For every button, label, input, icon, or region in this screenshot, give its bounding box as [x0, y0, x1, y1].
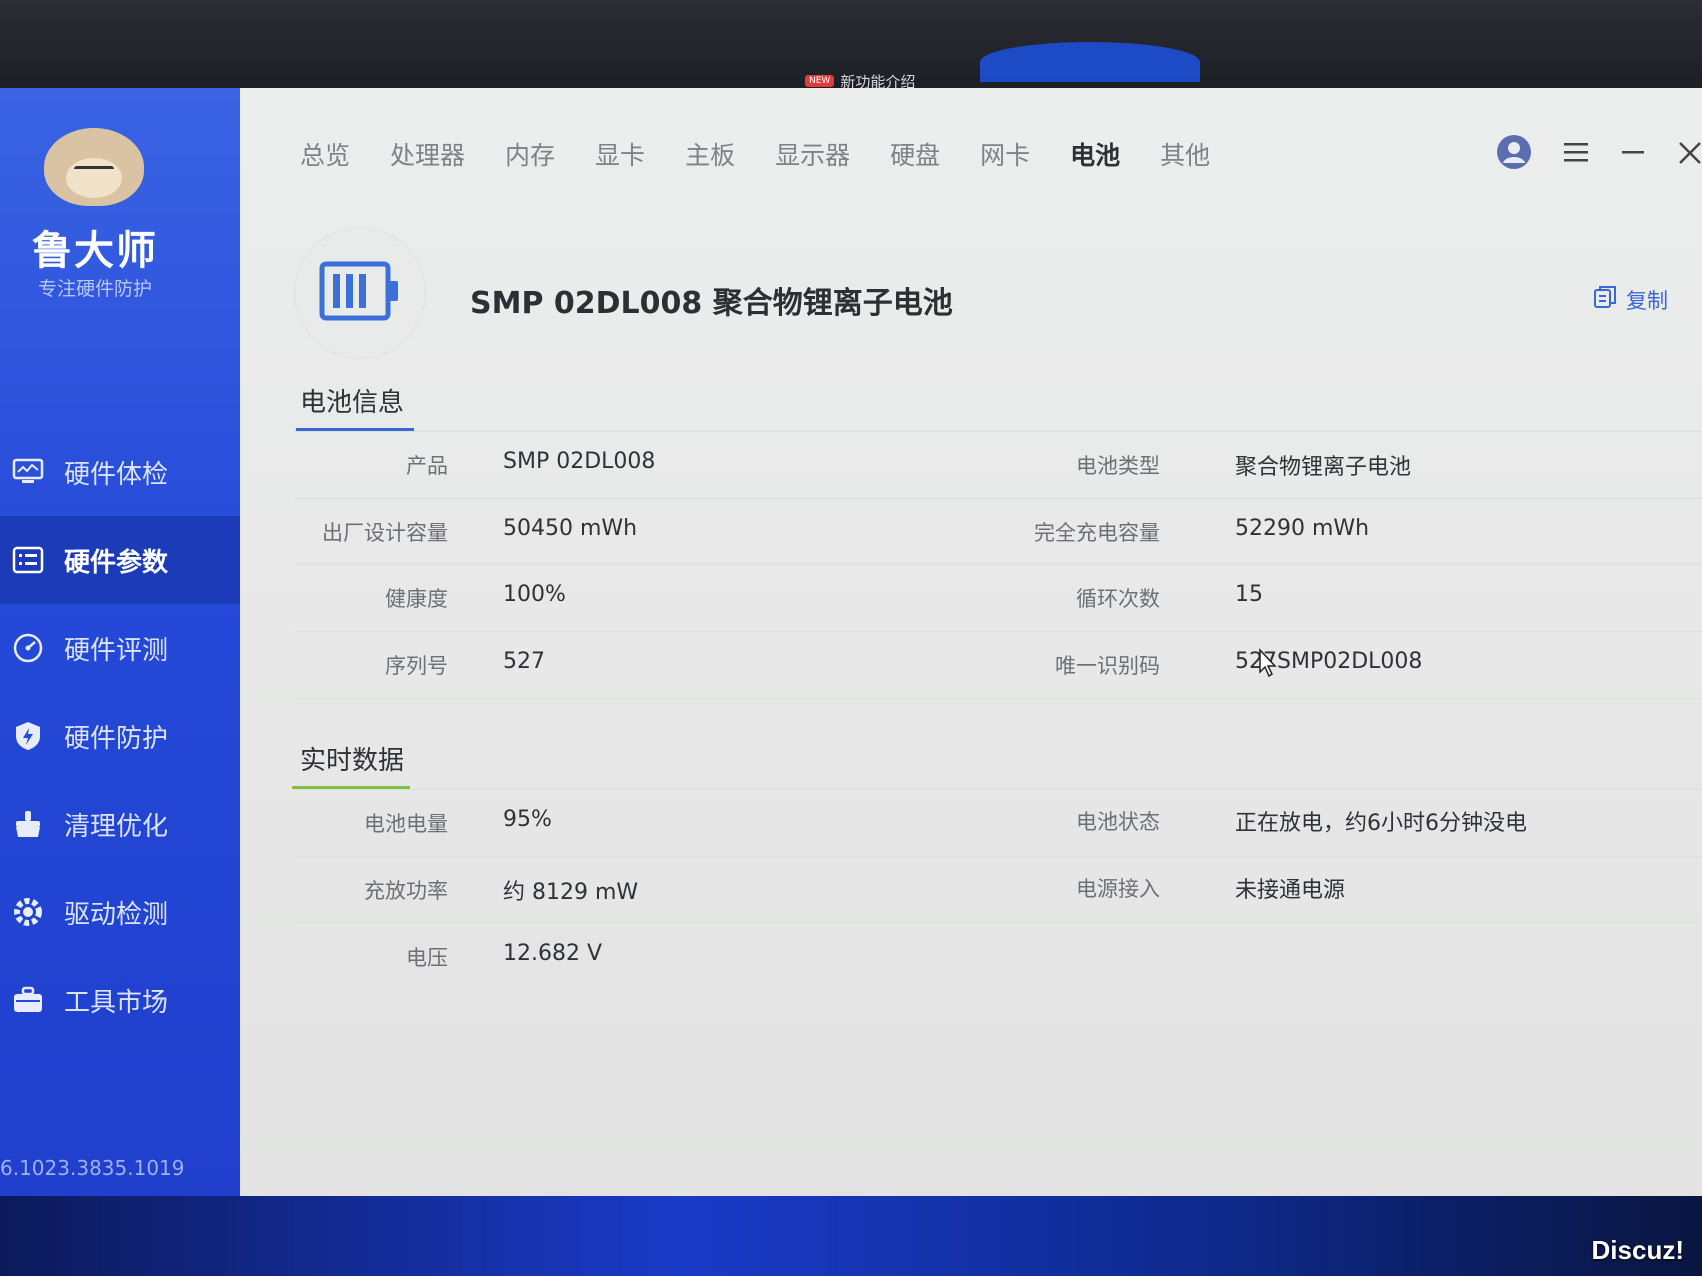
field-label: 电池电量: [364, 812, 448, 836]
field-label: 电池状态: [1076, 810, 1160, 834]
minimize-icon[interactable]: [1620, 140, 1646, 164]
battery-hero: [295, 228, 425, 358]
field-value: SMP 02DL008: [503, 449, 656, 474]
battery-icon: [319, 261, 401, 325]
sidebar-item-label: 驱动检测: [64, 899, 169, 930]
list-icon: [10, 544, 46, 576]
watermark: Discuz!: [1591, 1235, 1684, 1265]
sidebar-item-hardware-check[interactable]: 硬件体检: [0, 428, 240, 516]
tab-disk[interactable]: 硬盘: [890, 136, 940, 172]
sidebar-item-tools[interactable]: 工具市场: [0, 956, 240, 1044]
hardware-tabs: 总览 处理器 内存 显卡 主板 显示器 硬盘 网卡 电池 其他: [300, 136, 1210, 172]
copy-button[interactable]: 复制: [1592, 284, 1668, 315]
desktop-wallpaper-bottom: Discuz!: [0, 1196, 1702, 1276]
tab-motherboard[interactable]: 主板: [685, 136, 735, 172]
new-badge: NEW: [805, 75, 835, 87]
tab-display[interactable]: 显示器: [775, 136, 850, 172]
gauge-icon: [10, 632, 46, 664]
field-label: 循环次数: [1076, 587, 1160, 611]
close-icon[interactable]: [1676, 139, 1702, 165]
field-value: 12.682 V: [503, 941, 603, 966]
field-value: 未接通电源: [1235, 878, 1346, 903]
section-title-realtime: 实时数据: [300, 746, 405, 776]
menu-icon[interactable]: [1562, 140, 1590, 164]
user-avatar-icon[interactable]: [1496, 134, 1532, 170]
tab-network[interactable]: 网卡: [980, 136, 1030, 172]
sidebar-item-label: 清理优化: [64, 811, 169, 842]
tab-graphics[interactable]: 显卡: [595, 136, 645, 172]
sidebar-item-label: 硬件防护: [64, 723, 169, 754]
field-value: 聚合物锂离子电池: [1235, 455, 1412, 480]
window-controls: [1496, 134, 1702, 170]
field-label: 序列号: [385, 654, 448, 678]
sidebar-item-benchmark[interactable]: 硬件评测: [0, 604, 240, 692]
sidebar-item-hardware-params[interactable]: 硬件参数: [0, 516, 240, 604]
field-label: 电池类型: [1076, 454, 1160, 478]
tab-other[interactable]: 其他: [1160, 136, 1210, 172]
shield-icon: [10, 720, 46, 752]
tab-overview[interactable]: 总览: [300, 136, 350, 172]
wallpaper-arc: [980, 42, 1200, 82]
copy-label: 复制: [1626, 288, 1668, 313]
field-value: 100%: [503, 582, 566, 607]
field-value: 正在放电，约6小时6分钟没电: [1235, 811, 1527, 836]
brand-name: 鲁大师: [32, 228, 158, 274]
tab-battery[interactable]: 电池: [1070, 136, 1120, 172]
field-value: 52290 mWh: [1235, 516, 1370, 541]
field-value: 约 8129 mW: [503, 880, 639, 905]
monitor-icon: [10, 456, 46, 488]
main-panel: 总览 处理器 内存 显卡 主板 显示器 硬盘 网卡 电池 其他 SMP 02DL…: [240, 88, 1702, 1200]
sidebar-item-label: 硬件评测: [64, 635, 169, 666]
field-label: 电压: [406, 946, 448, 970]
gear-icon: [10, 896, 46, 928]
sidebar-item-label: 工具市场: [64, 987, 169, 1018]
field-label: 电源接入: [1076, 877, 1160, 901]
app-window: 鲁大师 专注硬件防护 硬件体检 硬件参数 硬件评测 硬件防护 清理优化 驱动检测…: [0, 88, 1702, 1200]
tab-memory[interactable]: 内存: [505, 136, 555, 172]
field-label: 产品: [406, 454, 448, 478]
sidebar-item-protection[interactable]: 硬件防护: [0, 692, 240, 780]
device-title: SMP 02DL008 聚合物锂离子电池: [470, 286, 953, 321]
field-value: 15: [1235, 582, 1263, 607]
sidebar-item-driver[interactable]: 驱动检测: [0, 868, 240, 956]
brand-slogan: 专注硬件防护: [37, 278, 152, 300]
field-label: 完全充电容量: [1034, 521, 1160, 545]
sidebar-item-label: 硬件参数: [64, 547, 169, 578]
broom-icon: [10, 808, 46, 840]
field-label: 健康度: [385, 587, 448, 611]
field-label: 充放功率: [364, 879, 448, 903]
sidebar: 鲁大师 专注硬件防护 硬件体检 硬件参数 硬件评测 硬件防护 清理优化 驱动检测…: [0, 88, 240, 1200]
mouse-cursor-icon: [1258, 648, 1278, 682]
sidebar-item-label: 硬件体检: [64, 459, 169, 490]
section-title-battery-info: 电池信息: [300, 388, 405, 418]
field-value: 527: [503, 649, 545, 674]
field-label: 唯一识别码: [1055, 654, 1160, 678]
field-label: 出厂设计容量: [322, 521, 448, 545]
sidebar-nav: 硬件体检 硬件参数 硬件评测 硬件防护 清理优化 驱动检测 工具市场: [0, 428, 240, 1044]
version-number: 6.1023.3835.1019: [0, 1156, 185, 1180]
sidebar-item-cleanup[interactable]: 清理优化: [0, 780, 240, 868]
copy-icon: [1592, 284, 1618, 315]
tab-cpu[interactable]: 处理器: [390, 136, 465, 172]
app-logo: [44, 128, 144, 206]
monitor-bezel-top: NEW 新功能介绍: [0, 0, 1702, 91]
field-value: 50450 mWh: [503, 516, 638, 541]
toolbox-icon: [10, 984, 46, 1016]
field-value: 95%: [503, 807, 552, 832]
